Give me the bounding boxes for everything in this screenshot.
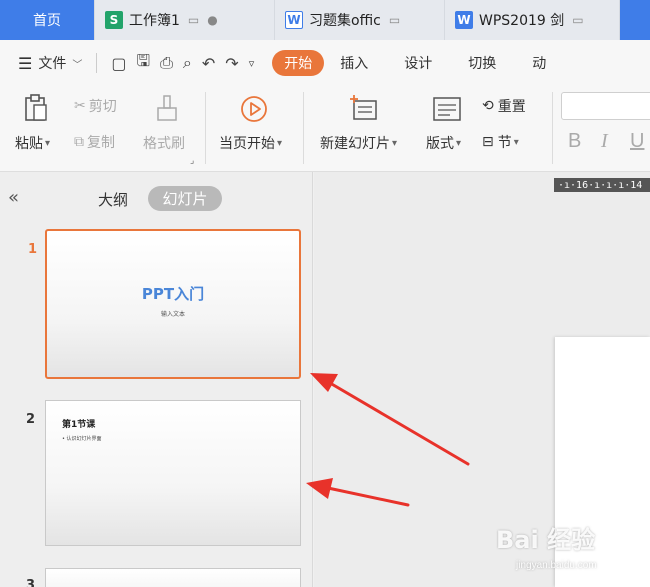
chevron-down-icon: ▾ xyxy=(45,137,51,149)
tab-workbook1[interactable]: S 工作簿1 ▭ ● xyxy=(95,0,275,40)
slide-bullet: • 认识幻灯片界面 xyxy=(62,436,102,442)
ribbon-tabs: 开始 插入 设计 切换 动 xyxy=(272,50,564,76)
new-slide-button[interactable]: 新建幻灯片 ▾ xyxy=(320,133,397,153)
tab-insert[interactable]: 插入 xyxy=(330,50,386,76)
layout-button[interactable]: 版式 ▾ xyxy=(426,133,461,153)
underline-button[interactable]: U xyxy=(630,130,644,153)
slide-number: 2 xyxy=(26,412,36,427)
writer-icon: W xyxy=(285,11,303,29)
reset-label: 重置 xyxy=(497,99,526,115)
writer-icon: W xyxy=(455,11,473,29)
section-button[interactable]: ⊟ 节 ▾ xyxy=(482,132,519,152)
new-slide-icon[interactable] xyxy=(348,93,380,123)
file-menu-label: 文件 xyxy=(38,56,67,72)
monitor-icon: ▭ xyxy=(572,13,584,27)
cut-label: 剪切 xyxy=(88,99,117,115)
chevron-down-icon: ▾ xyxy=(456,137,462,149)
tab-label: 工作簿1 xyxy=(129,13,180,29)
dialog-launcher-icon[interactable]: ⌟ xyxy=(190,156,194,166)
divider xyxy=(205,92,206,164)
slide-panel: « 大纲 幻灯片 1 PPT入门 输入文本 2 第1节课 • 认识幻灯片界面 3 xyxy=(0,172,313,587)
horizontal-ruler: ·ı·16·ı·ı·ı·14 xyxy=(554,178,650,192)
quick-access-toolbar: ▢ 🖫 ⎙ ⌕ ↶ ↷ ▿ xyxy=(92,50,254,77)
ribbon: 粘贴▾ ✂剪切 ⧉复制 格式刷 ⌟ 当页开始▾ 新建幻灯片▾ 版式▾ xyxy=(0,86,650,172)
format-painter-label: 格式刷 xyxy=(143,136,185,152)
tab-exercises[interactable]: W 习题集offic ▭ xyxy=(275,0,445,40)
dot-icon: ● xyxy=(207,13,218,27)
print-preview-icon[interactable]: ⌕ xyxy=(183,53,192,73)
tab-design[interactable]: 设计 xyxy=(386,50,450,76)
chevron-down-icon: ▾ xyxy=(392,137,398,149)
divider xyxy=(303,92,304,164)
spreadsheet-icon: S xyxy=(105,11,123,29)
underline-label: U xyxy=(630,130,645,152)
slide-thumbnail-3[interactable] xyxy=(45,568,301,587)
tab-wps2019[interactable]: W WPS2019 剑 ▭ xyxy=(445,0,620,40)
tab-overflow[interactable] xyxy=(620,0,650,40)
start-from-current-button[interactable]: 当页开始 ▾ xyxy=(219,133,282,153)
reset-icon: ⟲ xyxy=(482,98,494,114)
italic-label: I xyxy=(601,130,608,152)
new-slide-label: 新建幻灯片 xyxy=(320,136,390,152)
menu-row: ☰ 文件 ﹀ ▢ 🖫 ⎙ ⌕ ↶ ↷ ▿ 开始 插入 设计 切换 动 xyxy=(0,40,650,86)
slide-title: PPT入门 xyxy=(141,285,205,303)
cut-button[interactable]: ✂ 剪切 xyxy=(74,96,117,116)
bold-button[interactable]: B xyxy=(568,130,581,153)
paste-icon[interactable] xyxy=(22,93,50,123)
layout-icon[interactable] xyxy=(432,96,462,122)
divider xyxy=(96,53,98,73)
tab-transition[interactable]: 切换 xyxy=(450,50,514,76)
collapse-panel-icon[interactable]: « xyxy=(8,187,19,208)
chevron-down-icon: ▾ xyxy=(277,137,283,149)
paste-label: 粘贴 xyxy=(15,136,43,152)
section-icon: ⊟ xyxy=(482,134,494,150)
slide-number: 1 xyxy=(28,242,38,257)
font-name-input[interactable] xyxy=(561,92,650,120)
copy-label: 复制 xyxy=(87,135,115,151)
print-icon[interactable]: ⎙ xyxy=(160,53,173,73)
monitor-icon: ▭ xyxy=(388,13,401,27)
slide-title: 第1节课 xyxy=(62,420,96,430)
monitor-icon: ▭ xyxy=(187,13,200,27)
new-file-icon[interactable]: ▢ xyxy=(111,54,126,73)
chevron-down-icon: ﹀ xyxy=(72,59,83,71)
format-painter-icon[interactable] xyxy=(155,94,179,124)
hamburger-icon: ☰ xyxy=(18,53,33,73)
play-icon[interactable] xyxy=(240,95,268,123)
start-from-current-label: 当页开始 xyxy=(219,136,275,152)
tab-label: 习题集offic xyxy=(309,13,381,29)
tab-label: WPS2019 剑 xyxy=(479,13,565,29)
customize-icon[interactable]: ▿ xyxy=(249,57,255,70)
scissors-icon: ✂ xyxy=(74,98,86,114)
tab-bar: 首页 S 工作簿1 ▭ ● W 习题集offic ▭ W WPS2019 剑 ▭ xyxy=(0,0,650,40)
tab-start[interactable]: 开始 xyxy=(272,50,325,76)
divider xyxy=(552,92,553,164)
format-painter-button[interactable]: 格式刷 xyxy=(143,133,185,153)
watermark-url: jingyan.baidu.com xyxy=(516,560,597,571)
italic-button[interactable]: I xyxy=(601,130,608,153)
bold-label: B xyxy=(568,130,582,152)
tab-animation[interactable]: 动 xyxy=(514,50,564,76)
paste-button[interactable]: 粘贴 ▾ xyxy=(15,133,50,153)
slides-tab[interactable]: 幻灯片 xyxy=(148,186,222,211)
redo-icon[interactable]: ↷ xyxy=(225,54,238,73)
slide-editor: ·ı·16·ı·ı·ı·14 xyxy=(314,172,650,587)
slide-thumbnail-2[interactable]: 第1节课 • 认识幻灯片界面 xyxy=(45,400,301,546)
undo-icon[interactable]: ↶ xyxy=(202,54,215,73)
file-menu[interactable]: ☰ 文件 ﹀ xyxy=(0,53,82,73)
copy-icon: ⧉ xyxy=(74,134,84,150)
slide-thumbnail-1[interactable]: PPT入门 输入文本 xyxy=(45,229,301,379)
watermark-logo: Bai 经验 xyxy=(496,526,596,554)
slide-subtitle: 输入文本 xyxy=(160,311,185,318)
section-label: 节 xyxy=(497,135,512,151)
slide-number: 3 xyxy=(26,578,36,587)
outline-tab[interactable]: 大纲 xyxy=(98,189,128,210)
layout-label: 版式 xyxy=(426,136,454,152)
reset-button[interactable]: ⟲ 重置 xyxy=(482,96,526,116)
copy-button[interactable]: ⧉ 复制 xyxy=(74,132,115,152)
chevron-down-icon: ▾ xyxy=(513,136,519,148)
tab-home[interactable]: 首页 xyxy=(0,0,95,40)
tab-home-label: 首页 xyxy=(33,13,61,29)
save-icon[interactable]: 🖫 xyxy=(136,50,150,77)
